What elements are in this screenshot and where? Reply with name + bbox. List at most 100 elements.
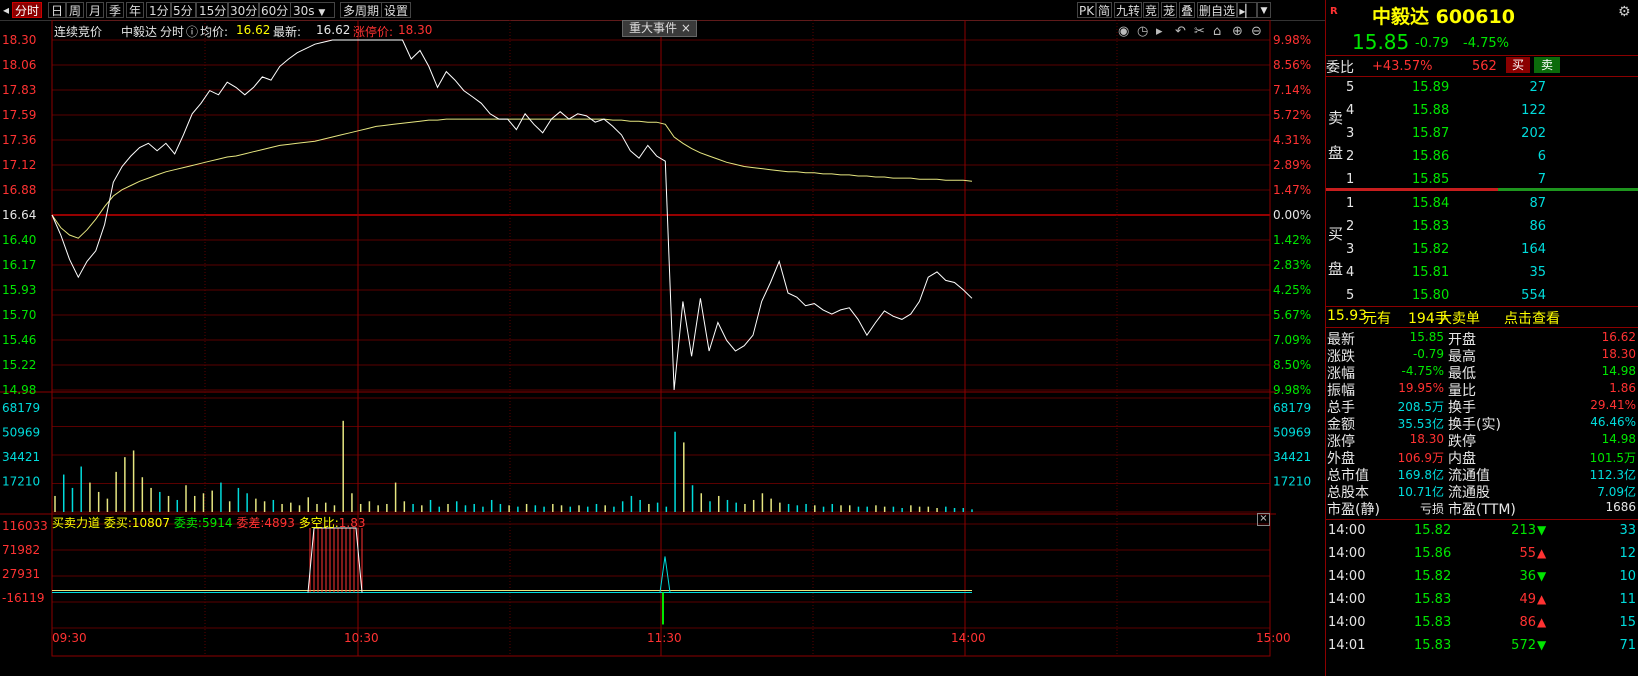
ask-volume: 27: [1529, 80, 1546, 95]
tab-60min[interactable]: 60分: [258, 2, 292, 18]
gear-icon[interactable]: ⚙: [1618, 4, 1631, 20]
tab-30s-dropdown[interactable]: 30s ▼: [290, 2, 335, 18]
remove-watchlist-button[interactable]: 删自选: [1197, 2, 1238, 18]
ask-price[interactable]: 15.86: [1412, 149, 1449, 164]
sell-button[interactable]: 卖: [1534, 57, 1560, 73]
info-icon[interactable]: ⓘ: [186, 23, 198, 40]
stat-value: 208.5万: [1397, 400, 1444, 414]
buy-side-label-1: 买: [1328, 225, 1344, 243]
tab-5min[interactable]: 5分: [170, 2, 196, 18]
force-buy-label: 委买:: [103, 516, 132, 530]
down-arrow-icon: ▼: [1537, 569, 1547, 583]
ask-price[interactable]: 15.85: [1412, 172, 1449, 187]
jiuzhuan-button[interactable]: 九转: [1114, 2, 1143, 18]
eye-icon[interactable]: ◉: [1118, 24, 1129, 39]
price-tick-label: 15.93: [2, 283, 36, 297]
settings-button[interactable]: 设置: [381, 2, 412, 18]
tab-year[interactable]: 年: [126, 2, 145, 18]
tab-month[interactable]: 月: [86, 2, 105, 18]
tick-price: 15.86: [1414, 546, 1452, 561]
stat-value: 46.46%: [1590, 415, 1636, 429]
ask-volume: 6: [1537, 149, 1546, 164]
bid-price[interactable]: 15.83: [1412, 219, 1449, 234]
tab-fenshi[interactable]: 分时: [12, 2, 43, 18]
bid-price[interactable]: 15.80: [1412, 288, 1449, 303]
chart-tool-icons: ◉ ◷ ▸ ↶ ✂ ⌂ ⊕ ⊖: [1118, 24, 1262, 39]
intraday-chart[interactable]: 18.30 18.06 17.83 17.59 17.36 17.12 16.88 16.64…: [0, 20, 1325, 676]
tab-season[interactable]: 季: [106, 2, 125, 18]
bid-ratio-bar: [1498, 188, 1638, 191]
bid-volume: 86: [1529, 219, 1546, 234]
tick-time: 14:00: [1328, 546, 1366, 561]
bid-price[interactable]: 15.81: [1412, 265, 1449, 280]
zoom-out-icon[interactable]: ⊖: [1251, 24, 1262, 39]
tab-day[interactable]: 日: [48, 2, 67, 18]
bid-price[interactable]: 15.84: [1412, 196, 1449, 211]
long-button[interactable]: 茏: [1161, 2, 1178, 18]
bid-price[interactable]: 15.82: [1412, 242, 1449, 257]
tab-30min[interactable]: 30分: [227, 2, 261, 18]
volume-tick-label-right: 68179: [1273, 401, 1311, 415]
overlay-button[interactable]: 叠: [1179, 2, 1196, 18]
pk-button[interactable]: PK: [1077, 2, 1097, 18]
refresh-icon[interactable]: ◷: [1137, 24, 1148, 39]
stat-value: 14.98: [1601, 364, 1636, 378]
percent-tick-label: 1.47%: [1273, 183, 1311, 197]
force-close-icon[interactable]: ×: [1257, 513, 1270, 526]
price-tick-label: 14.98: [2, 383, 36, 397]
percent-tick-label: 0.00%: [1273, 208, 1311, 222]
buy-side-label-2: 盘: [1328, 260, 1344, 278]
play-icon[interactable]: ▸: [1156, 24, 1163, 39]
tick-volume: 86: [1519, 615, 1536, 630]
multi-period-button[interactable]: 多周期: [340, 2, 383, 18]
stat-value: 106.9万: [1397, 451, 1444, 465]
tick-price: 15.83: [1414, 638, 1452, 653]
auction-button[interactable]: 竞: [1143, 2, 1160, 18]
undo-icon[interactable]: ↶: [1175, 24, 1186, 39]
tick-time: 14:01: [1328, 638, 1366, 653]
volume-bars: [54, 420, 973, 512]
stat-value: 112.3亿: [1589, 468, 1636, 482]
force-tick-label: 27931: [2, 567, 40, 581]
cut-icon[interactable]: ✂: [1194, 24, 1205, 39]
simple-button[interactable]: 简: [1096, 2, 1113, 18]
tab-15min[interactable]: 15分: [196, 2, 230, 18]
menu-dropdown-icon[interactable]: ▼: [1257, 2, 1271, 18]
expand-right-icon[interactable]: ▸▏: [1237, 2, 1257, 18]
time-tick-label: 15:00: [1256, 631, 1291, 645]
ask-price[interactable]: 15.89: [1412, 80, 1449, 95]
down-arrow-icon: ▼: [1537, 638, 1547, 652]
change-pct: -4.75%: [1463, 36, 1509, 51]
zoom-in-icon[interactable]: ⊕: [1232, 24, 1243, 39]
lock-icon[interactable]: ⌂: [1213, 24, 1221, 39]
force-tick-label: 116033: [2, 519, 48, 533]
ask-level: 1: [1346, 172, 1355, 187]
stat-value: 15.85: [1409, 330, 1444, 344]
force-sell-value: 5914: [201, 516, 233, 530]
collapse-left-icon[interactable]: ◂: [0, 2, 12, 18]
price-tick-label: 18.30: [2, 33, 36, 47]
tab-1min[interactable]: 1分: [146, 2, 172, 18]
latest-label: 最新:: [273, 25, 302, 39]
force-label: 买卖力道: [52, 516, 101, 530]
view-big-order-link[interactable]: 点击查看: [1504, 308, 1560, 328]
price-tick-label: 15.22: [2, 358, 36, 372]
limit-value: 18.30: [398, 23, 433, 37]
time-tick-label: 14:00: [951, 631, 986, 645]
ask-price[interactable]: 15.87: [1412, 126, 1449, 141]
auction-label: 连续竞价: [54, 25, 103, 39]
up-arrow-icon: ▲: [1537, 592, 1547, 606]
tick-price: 15.82: [1414, 523, 1452, 538]
tick-time: 14:00: [1328, 523, 1366, 538]
close-icon[interactable]: ×: [681, 21, 691, 35]
ask-price[interactable]: 15.88: [1412, 103, 1449, 118]
tab-week[interactable]: 周: [66, 2, 85, 18]
percent-tick-label: 5.72%: [1273, 108, 1311, 122]
tick-time: 14:00: [1328, 569, 1366, 584]
ask-volume: 202: [1521, 126, 1546, 141]
buy-button[interactable]: 买: [1506, 57, 1530, 73]
major-events-button[interactable]: 重大事件 ×: [622, 20, 697, 37]
stat-value: 18.30: [1601, 347, 1636, 361]
stat-value: 1.86: [1609, 381, 1636, 395]
ask-level: 5: [1346, 80, 1355, 95]
